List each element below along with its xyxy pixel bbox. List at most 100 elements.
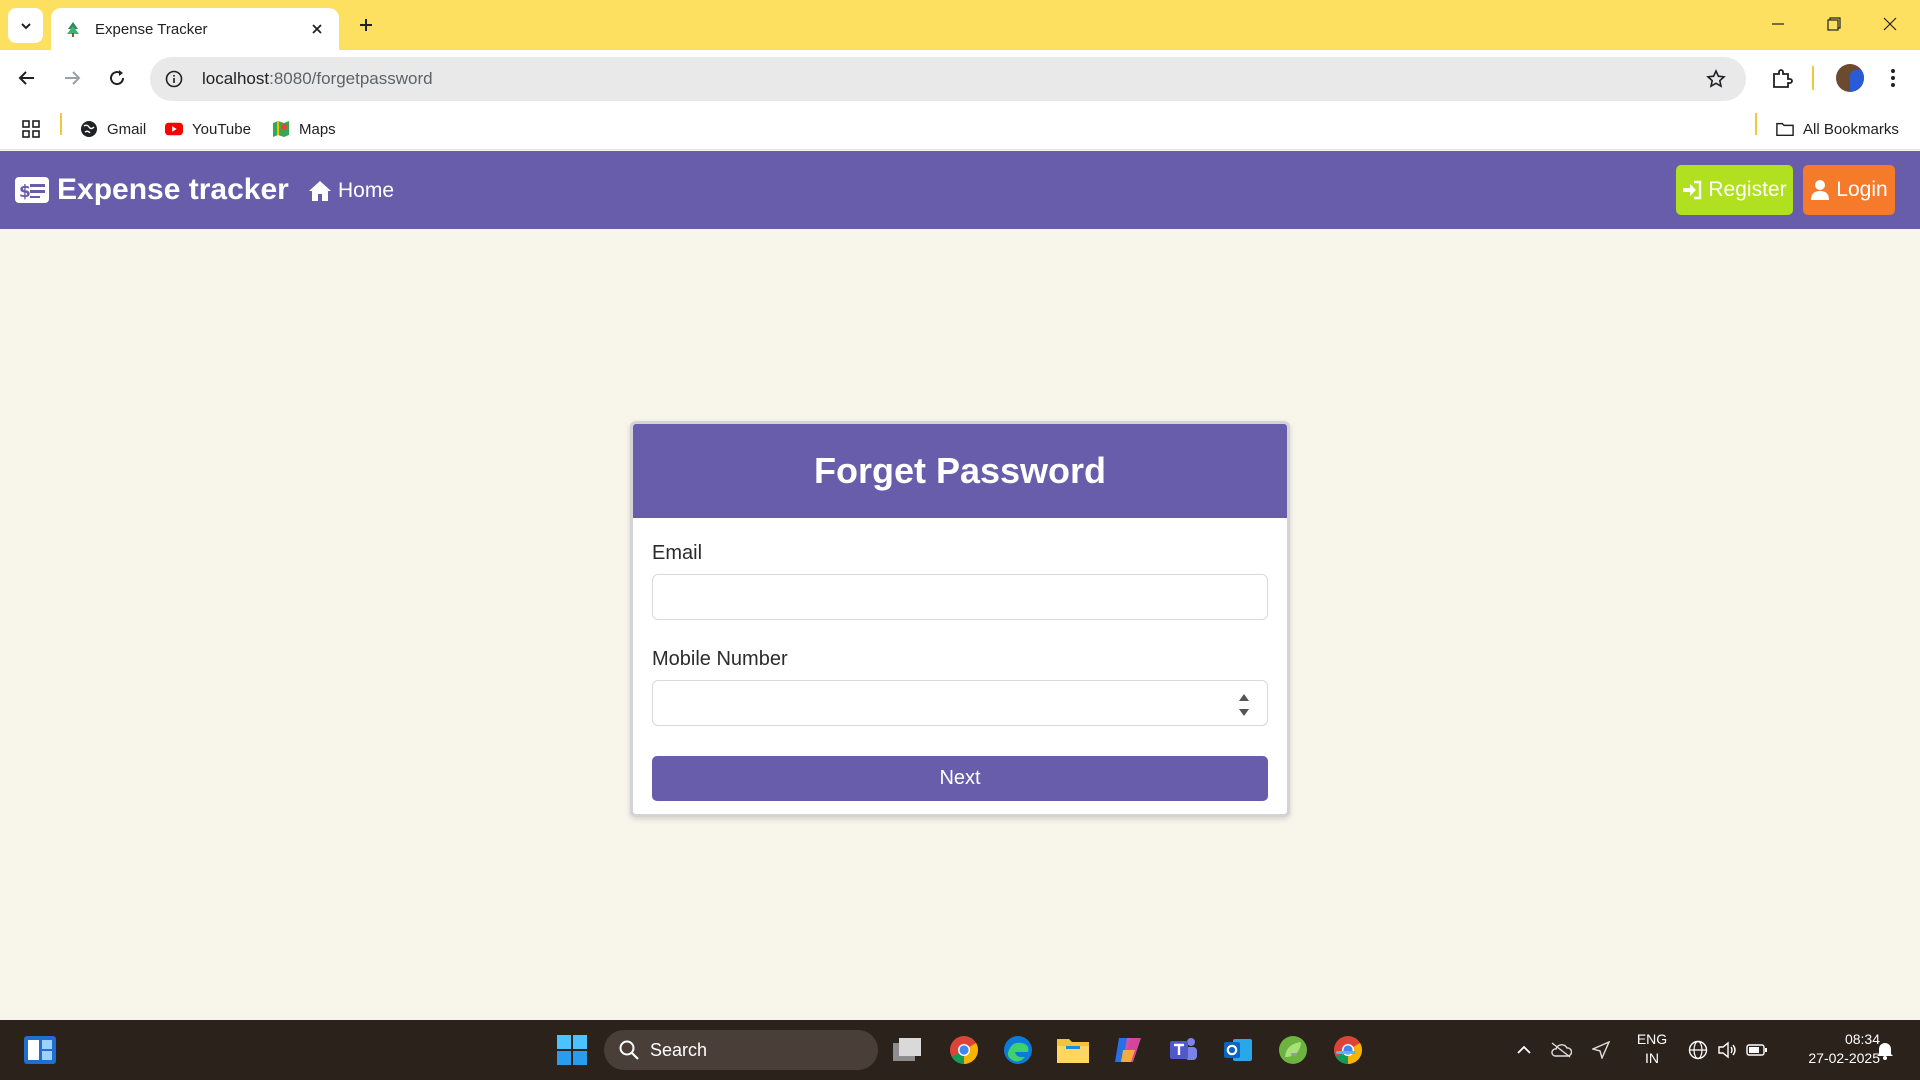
input-language-indicator[interactable]: ENG IN <box>1632 1030 1672 1068</box>
mobile-label: Mobile Number <box>652 648 788 670</box>
task-view-button[interactable] <box>888 1030 928 1070</box>
arrow-right-icon <box>65 71 81 85</box>
bookmark-label: Maps <box>299 120 336 138</box>
app-navbar: $ Expense tracker Home Register Login <box>0 151 1920 229</box>
user-icon <box>1811 180 1830 200</box>
file-explorer-taskbar-icon[interactable] <box>1053 1030 1093 1070</box>
location-tray-icon[interactable] <box>1589 1034 1613 1066</box>
new-tab-button[interactable] <box>353 12 379 38</box>
mobile-number-field[interactable] <box>652 680 1268 726</box>
onedrive-tray-icon[interactable] <box>1548 1034 1574 1066</box>
teams-icon <box>1170 1038 1197 1060</box>
windows-taskbar: Search ENG IN 08:34 27-02-2025 <box>0 1020 1920 1080</box>
login-button[interactable]: Login <box>1803 165 1895 215</box>
start-button[interactable] <box>552 1030 592 1070</box>
speaker-icon <box>1718 1041 1736 1059</box>
taskbar-clock[interactable]: 08:34 27-02-2025 <box>1780 1030 1880 1068</box>
more-vertical-icon <box>1891 69 1895 87</box>
network-tray-icon[interactable] <box>1685 1034 1711 1066</box>
leaf-icon <box>1279 1036 1307 1064</box>
profile-avatar[interactable] <box>1836 64 1864 92</box>
close-icon <box>1883 17 1897 31</box>
bookmark-star-icon[interactable] <box>1704 67 1728 91</box>
url-text[interactable]: localhost:8080/forgetpassword <box>202 69 1704 89</box>
battery-tray-icon[interactable] <box>1744 1034 1770 1066</box>
bookmarks-divider <box>1755 113 1757 135</box>
chevron-down-icon <box>20 22 31 29</box>
chevron-up-icon <box>1517 1045 1531 1054</box>
battery-icon <box>1746 1044 1767 1056</box>
sign-in-icon <box>1683 180 1702 200</box>
bookmarks-divider <box>60 113 62 135</box>
youtube-icon <box>165 120 183 138</box>
lang-line-2: IN <box>1645 1050 1659 1066</box>
reload-icon <box>110 70 125 86</box>
close-window-button[interactable] <box>1870 8 1910 40</box>
email-field[interactable] <box>652 574 1268 620</box>
site-info-icon[interactable] <box>164 69 184 89</box>
number-spinner-icon[interactable] <box>1237 691 1251 719</box>
forget-password-card: Forget Password Email Mobile Number Next <box>630 421 1290 817</box>
url-path: :8080/forgetpassword <box>269 69 433 88</box>
taskbar-search[interactable]: Search <box>604 1030 878 1070</box>
bookmark-label: Gmail <box>107 120 147 138</box>
show-hidden-icons-button[interactable] <box>1512 1034 1536 1066</box>
location-arrow-icon <box>1592 1041 1610 1059</box>
apps-grid-icon <box>22 120 40 138</box>
address-bar[interactable]: localhost:8080/forgetpassword <box>150 57 1746 101</box>
bookmark-gmail[interactable]: Gmail <box>80 116 146 142</box>
maps-icon <box>272 120 290 138</box>
home-label: Home <box>338 179 395 202</box>
lang-line-1: ENG <box>1636 1031 1668 1047</box>
plus-icon <box>360 19 372 31</box>
back-button[interactable] <box>11 62 43 94</box>
tab-close-icon[interactable] <box>307 19 327 39</box>
search-icon <box>619 1040 639 1060</box>
folder-icon <box>1776 120 1794 138</box>
browser-tab[interactable]: Expense Tracker <box>51 8 339 50</box>
browser-toolbar: localhost:8080/forgetpassword <box>0 50 1920 108</box>
bell-icon <box>1877 1043 1893 1060</box>
home-icon <box>309 181 331 201</box>
chrome-menu-button[interactable] <box>1877 62 1909 94</box>
edge-icon <box>1004 1036 1032 1064</box>
folder-icon <box>1057 1039 1089 1063</box>
reload-button[interactable] <box>101 62 133 94</box>
spring-tools-taskbar-icon[interactable] <box>1273 1030 1313 1070</box>
bookmark-label: YouTube <box>192 120 251 138</box>
restore-icon <box>1827 17 1841 31</box>
task-view-icon <box>893 1038 921 1061</box>
notifications-button[interactable] <box>1872 1034 1898 1066</box>
bookmark-youtube[interactable]: YouTube <box>165 116 251 142</box>
home-link[interactable]: Home <box>308 175 394 207</box>
outlook-icon <box>1224 1039 1252 1061</box>
copilot-taskbar-icon[interactable] <box>1108 1030 1148 1070</box>
tab-search-button[interactable] <box>8 8 43 43</box>
edge-taskbar-icon[interactable] <box>998 1030 1038 1070</box>
windows-logo-icon <box>557 1035 587 1065</box>
brand-link[interactable]: $ Expense tracker <box>15 169 289 211</box>
cloud-offline-icon <box>1551 1042 1572 1058</box>
minimize-icon <box>1772 23 1784 25</box>
next-button[interactable]: Next <box>652 756 1268 801</box>
widgets-button[interactable] <box>20 1030 60 1070</box>
chrome-taskbar-icon[interactable] <box>944 1030 984 1070</box>
chrome-active-taskbar-icon[interactable] <box>1328 1030 1368 1070</box>
register-button[interactable]: Register <box>1676 165 1793 215</box>
extensions-button[interactable] <box>1766 62 1798 94</box>
browser-titlebar: Expense Tracker <box>0 0 1920 50</box>
copilot-icon <box>1115 1038 1141 1062</box>
forward-button[interactable] <box>56 62 88 94</box>
outlook-taskbar-icon[interactable] <box>1218 1030 1258 1070</box>
puzzle-icon <box>1773 69 1793 88</box>
card-title: Forget Password <box>633 424 1287 518</box>
apps-button[interactable] <box>22 116 49 142</box>
volume-tray-icon[interactable] <box>1714 1034 1740 1066</box>
all-bookmarks-label: All Bookmarks <box>1803 120 1899 138</box>
all-bookmarks-button[interactable]: All Bookmarks <box>1776 116 1899 142</box>
bookmark-maps[interactable]: Maps <box>272 116 336 142</box>
teams-taskbar-icon[interactable] <box>1163 1030 1203 1070</box>
tab-title: Expense Tracker <box>95 20 208 38</box>
minimize-button[interactable] <box>1758 8 1798 40</box>
restore-button[interactable] <box>1814 8 1854 40</box>
